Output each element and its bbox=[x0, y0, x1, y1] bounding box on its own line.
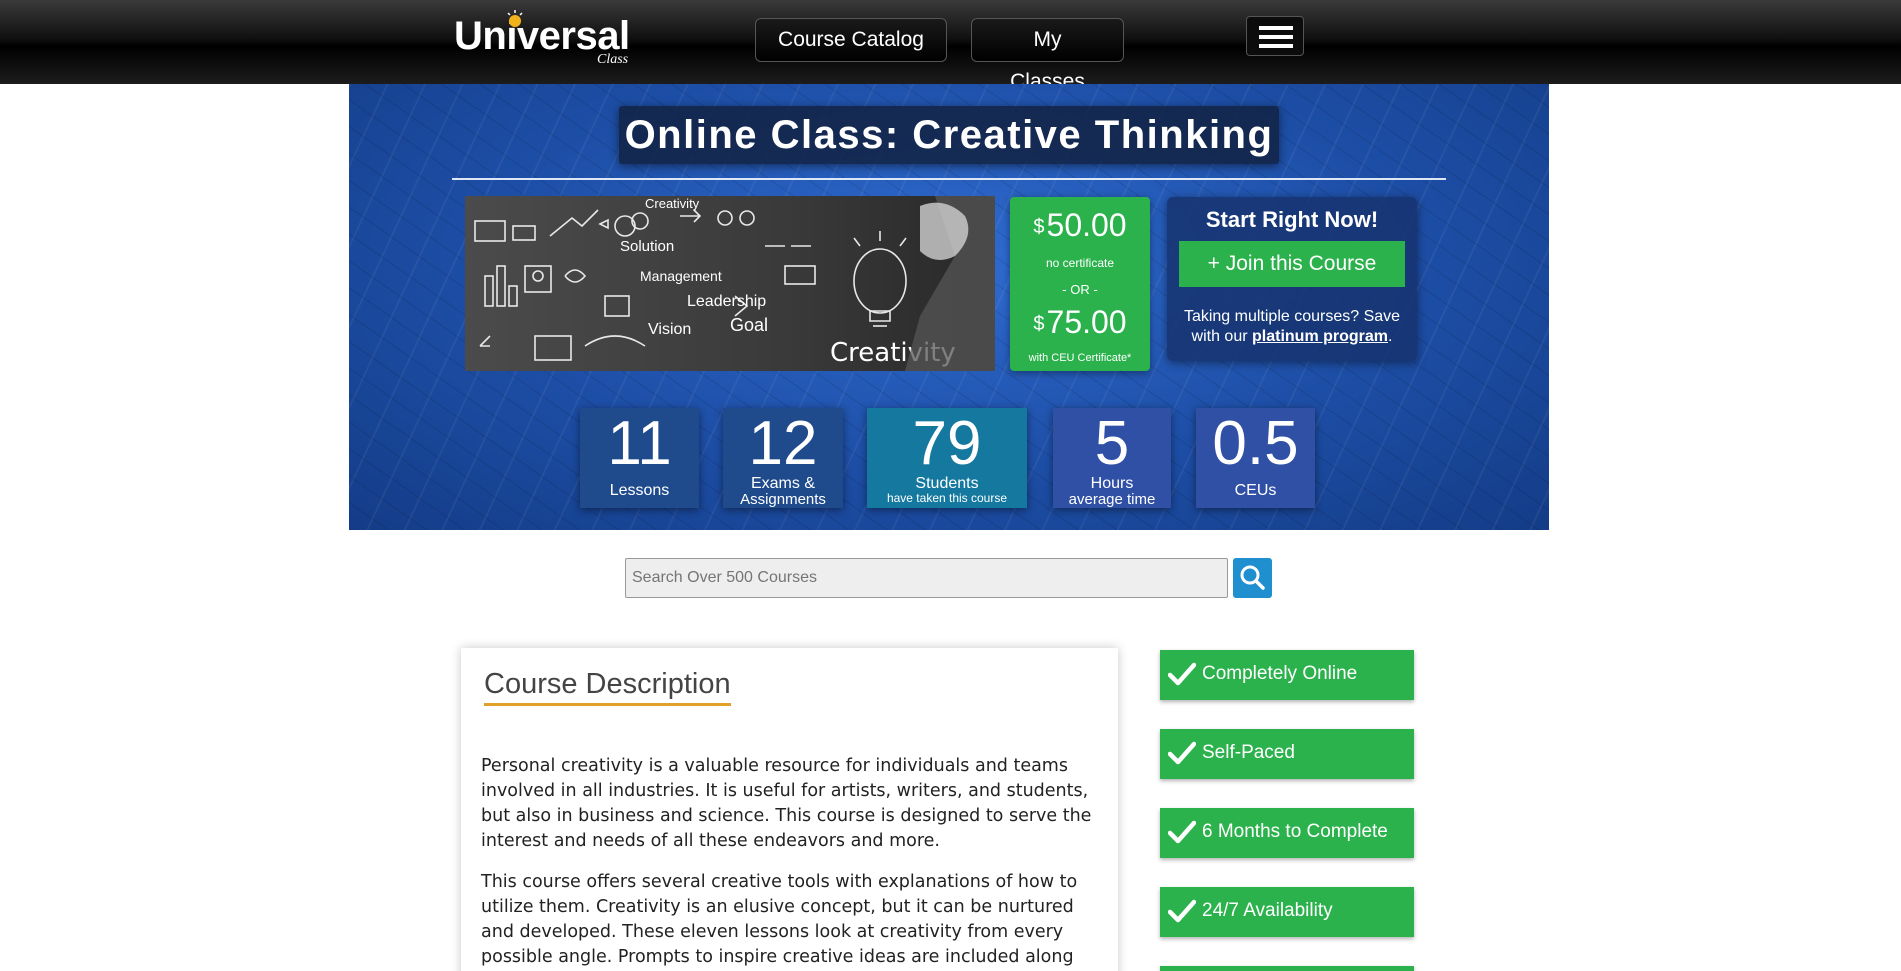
course-description-title: Course Description bbox=[484, 668, 731, 706]
price-no-certificate: $50.00 bbox=[1033, 207, 1127, 243]
feature-six-months: 6 Months to Complete bbox=[1160, 808, 1414, 858]
course-image: Creativity Solution Management Leadershi… bbox=[465, 196, 995, 371]
description-paragraph: This course offers several creative tool… bbox=[481, 872, 1078, 967]
description-paragraph: Personal creativity is a valuable resour… bbox=[481, 756, 1092, 851]
platinum-note: Taking multiple courses? Save with our p… bbox=[1183, 308, 1401, 345]
divider bbox=[452, 178, 1446, 180]
price-with-certificate: $75.00 bbox=[1033, 304, 1127, 340]
my-classes-button[interactable]: My Classes bbox=[971, 18, 1124, 93]
stat-ceus: 0.5 CEUs bbox=[1196, 408, 1315, 508]
price-with-certificate-note: with CEU Certificate* bbox=[1028, 352, 1132, 364]
course-description-card: Course Description Personal creativity i… bbox=[461, 648, 1118, 971]
platinum-program-link[interactable]: platinum program bbox=[1252, 328, 1388, 345]
stat-exams: 12 Exams & Assignments bbox=[723, 408, 843, 508]
svg-text:Management: Management bbox=[640, 268, 722, 284]
search-button[interactable] bbox=[1233, 558, 1272, 598]
checkmark-icon bbox=[1168, 899, 1196, 923]
svg-text:Vision: Vision bbox=[648, 321, 691, 338]
svg-text:Goal: Goal bbox=[730, 315, 768, 335]
universal-class-logo[interactable]: Universal Class bbox=[454, 10, 639, 70]
join-course-button[interactable]: + Join this Course bbox=[1179, 241, 1405, 287]
search-input[interactable] bbox=[625, 558, 1228, 598]
start-now-title: Start Right Now! bbox=[1205, 207, 1379, 232]
svg-text:Creativity: Creativity bbox=[645, 196, 700, 211]
start-now-panel: Start Right Now! + Join this Course Taki… bbox=[1167, 197, 1417, 361]
feature-partial bbox=[1160, 966, 1414, 971]
price-or-label: - OR - bbox=[1062, 282, 1098, 297]
price-box: $50.00 no certificate - OR - $75.00 with… bbox=[1010, 197, 1150, 371]
checkmark-icon bbox=[1168, 662, 1196, 686]
stat-lessons: 11 Lessons bbox=[580, 408, 699, 508]
feature-24-7-availability: 24/7 Availability bbox=[1160, 887, 1414, 937]
course-hero-banner: Online Class: Creative Thinking Creativi… bbox=[349, 84, 1549, 530]
checkmark-icon bbox=[1168, 741, 1196, 765]
hamburger-menu-icon[interactable] bbox=[1246, 16, 1304, 56]
stat-students: 79 Students have taken this course bbox=[867, 408, 1027, 508]
svg-text:Leadership: Leadership bbox=[687, 293, 766, 310]
search-icon bbox=[1240, 565, 1265, 590]
logo-subtext: Class bbox=[597, 52, 629, 67]
course-catalog-button[interactable]: Course Catalog bbox=[755, 18, 947, 62]
page-title: Online Class: Creative Thinking bbox=[619, 106, 1279, 164]
top-navigation-bar: Universal Class Course Catalog My Classe… bbox=[0, 0, 1901, 93]
feature-self-paced: Self-Paced bbox=[1160, 729, 1414, 779]
price-no-certificate-note: no certificate bbox=[1045, 256, 1115, 270]
feature-completely-online: Completely Online bbox=[1160, 650, 1414, 700]
stat-hours: 5 Hours average time bbox=[1053, 408, 1171, 508]
checkmark-icon bbox=[1168, 820, 1196, 844]
svg-text:Solution: Solution bbox=[620, 238, 674, 255]
lightbulb-icon bbox=[507, 10, 523, 27]
